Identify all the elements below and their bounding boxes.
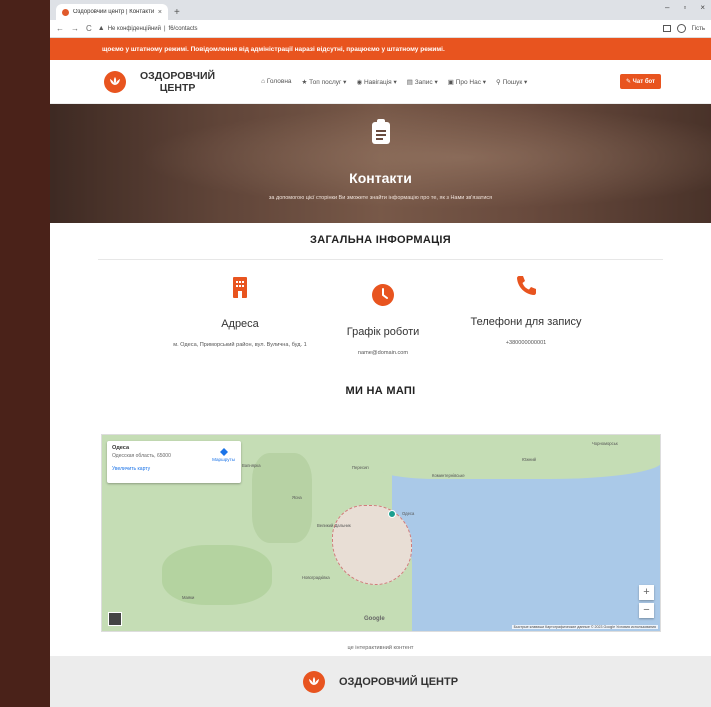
tab-strip: Оздоровчий центр | Контакти × + – ▫ × [50,0,711,20]
menu-item-navigation[interactable]: ◉ Навігація ▾ [356,78,396,86]
footer-logo-icon[interactable] [302,670,325,693]
address-block: Адреса м. Одеса, Приморський район, вул.… [165,276,315,350]
logo-icon[interactable] [104,70,126,93]
menu-nav-label: Навігація ▾ [363,78,397,86]
directions-label: Маршруты [212,457,235,462]
clipboard-icon [372,119,390,144]
site-header: ОЗДОРОВЧИЙ ЦЕНТР ⌂ Головна ★ Топ послуг … [50,60,711,104]
menu-about-label: Про Нас ▾ [455,78,487,86]
map-label: Южний [522,457,537,462]
phone-heading: Телефони для запису [470,316,582,328]
url-separator: | [163,25,166,32]
menu-home-label: Головна [266,78,292,85]
hero-banner: Контакти за допомогою цієї сторінки Ви з… [50,104,711,223]
security-label: Не конфіденційний [107,25,161,32]
directions-button[interactable]: Маршруты [212,448,235,462]
window-controls: – ▫ × [665,3,705,12]
address-heading: Адреса [221,318,259,330]
map-label: Коминтернівське [432,473,465,478]
lotus-icon [308,677,319,685]
sidepanel-icon[interactable] [662,25,671,32]
map-label: Пересип [352,465,369,470]
page-title: Контакти [349,170,412,186]
site-logo-text[interactable]: ОЗДОРОВЧИЙ ЦЕНТР [140,70,215,94]
phone-value: +380000000001 [505,340,547,346]
zoom-in-button[interactable]: + [639,585,654,600]
map-label: Новоградківка [302,575,330,580]
map-footer[interactable]: Быстрые клавиши Картографические данные … [511,625,658,629]
directions-icon [219,448,228,456]
menu-booking-label: Запис ▾ [414,78,438,86]
browser-tab[interactable]: Оздоровчий центр | Контакти × [56,4,168,20]
profile-label[interactable]: Гість [692,26,705,32]
map-label: Вапнярка [242,463,261,468]
satellite-toggle[interactable] [108,612,122,626]
google-map[interactable]: Одеса Пересип Маяки Вапнярка Южний Велик… [101,434,661,632]
chat-bot-button[interactable]: ✎ Чат бот [619,74,661,89]
close-window-icon[interactable]: × [700,3,705,12]
address-value: м. Одеса, Приморський район, вул. Вуличн… [173,342,307,348]
menu-item-search[interactable]: ⚲ Пошук ▾ [496,78,527,86]
map-land [252,453,312,543]
menu-search-label: Пошук ▾ [502,78,528,86]
footer-brand: ОЗДОРОВЧИЙ ЦЕНТР [338,675,459,688]
browser-window: Оздоровчий центр | Контакти × + – ▫ × ← … [50,0,711,707]
logo-line-1: ОЗДОРОВЧИЙ [140,69,216,82]
schedule-value: name@domain.com [357,350,409,356]
minimize-icon[interactable]: – [665,3,669,12]
url-text: f6/contacts [168,25,198,32]
menu-item-booking[interactable]: ▤ Запис ▾ [407,78,438,86]
menu-top-label: Топ послуг ▾ [309,78,347,86]
menu-item-top-services[interactable]: ★ Топ послуг ▾ [302,78,347,86]
site-footer: ОЗДОРОВЧИЙ ЦЕНТР [50,656,711,707]
favicon-icon [62,8,69,16]
google-logo: Google [364,616,385,622]
map-label: Ясна [292,495,302,500]
menu-item-home[interactable]: ⌂ Головна [261,78,291,85]
forward-icon[interactable]: → [71,24,79,33]
map-label: Маяки [182,595,195,600]
reload-icon[interactable]: C [86,24,92,33]
url-field[interactable]: ▲ Не конфіденційний | f6/contacts [98,25,657,32]
map-label: Чорноморськ [592,441,618,446]
map-label: Одеса [402,511,415,516]
info-row: Адреса м. Одеса, Приморський район, вул.… [50,260,711,378]
building-icon [233,277,247,298]
menu-item-about[interactable]: ▣ Про Нас ▾ [448,78,486,86]
notice-bar: щоємо у штатному режимі. Повідомлення ві… [50,38,711,60]
phone-icon [517,276,536,295]
schedule-block: Графік роботи name@domain.com [318,284,448,358]
map-title: МИ НА МАПІ [345,385,416,397]
map-info-card: Одеса Одесская область, 65000 Увеличить … [107,441,241,483]
tab-close-icon[interactable]: × [158,9,162,16]
location-pin-icon[interactable] [388,510,396,518]
main-menu: ⌂ Головна ★ Топ послуг ▾ ◉ Навігація ▾ ▤… [261,78,527,86]
address-bar: ← → C ▲ Не конфіденційний | f6/contacts … [50,20,711,38]
chat-bot-label: Чат бот [632,79,655,85]
map-label: Великий Дальник [317,523,351,528]
tab-title: Оздоровчий центр | Контакти [73,9,154,15]
left-dark-panel [0,0,50,707]
map-land [162,545,272,605]
page-subtitle: за допомогою цієї сторінки Ви зможете зн… [268,195,493,201]
logo-line-2: ЦЕНТР [159,81,196,94]
clock-icon [372,284,394,306]
enlarge-map-link[interactable]: Увеличить карту [112,466,236,472]
lotus-icon [110,77,120,85]
maximize-icon[interactable]: ▫ [683,3,686,12]
new-tab-button[interactable]: + [174,7,180,18]
back-icon[interactable]: ← [56,24,64,33]
zoom-out-button[interactable]: − [639,603,654,618]
warning-icon: ▲ [97,25,105,32]
profile-icon[interactable] [676,24,686,33]
phone-block: Телефони для запису +380000000001 [470,274,582,348]
interactive-caption: це інтерактивний контент [347,645,414,651]
general-info-title: ЗАГАЛЬНА ІНФОРМАЦІЯ [310,234,451,246]
schedule-heading: Графік роботи [346,326,420,338]
